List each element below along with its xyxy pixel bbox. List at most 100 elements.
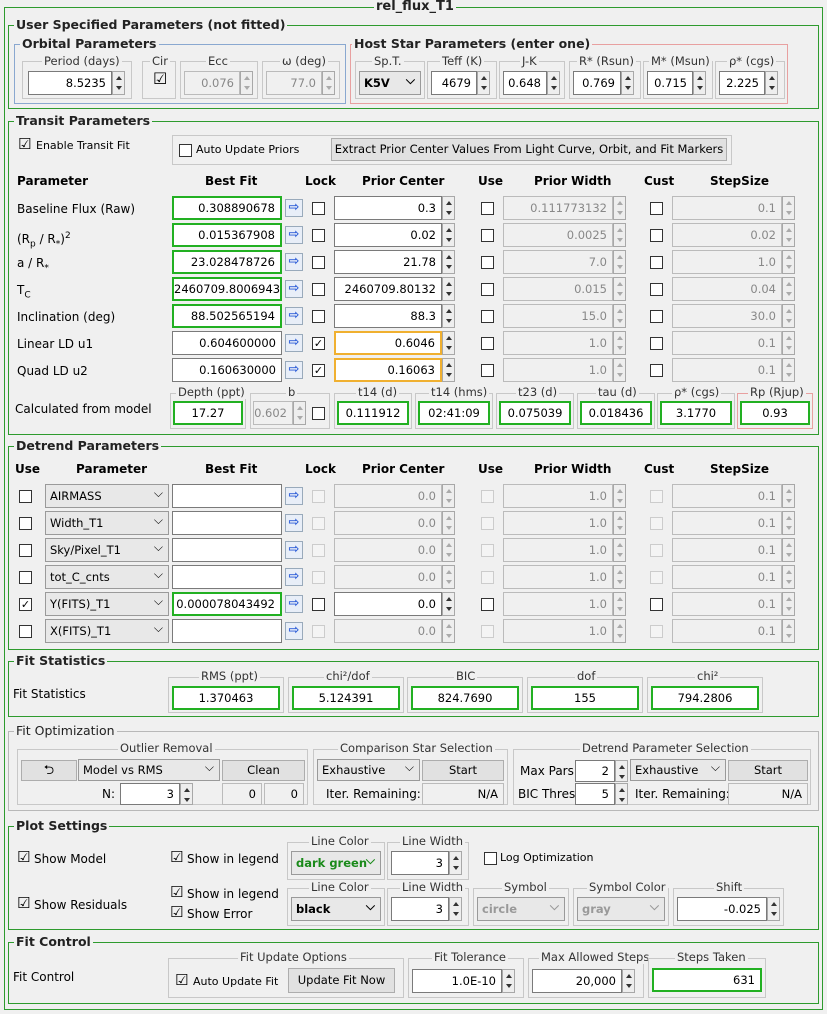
maxpars-field[interactable]: 2 — [575, 760, 615, 782]
detrend-lock-checkbox[interactable] — [312, 598, 325, 611]
stepsize-spinner[interactable] — [782, 250, 795, 274]
transit-prior-center[interactable]: 0.02 — [334, 223, 442, 247]
detrend-prior-width[interactable]: 1.0 — [503, 619, 613, 643]
log-opt-checkbox[interactable] — [484, 852, 497, 865]
transit-stepsize[interactable]: 30.0 — [672, 304, 782, 328]
detrend-param-select[interactable]: Sky/Pixel_T1 — [45, 538, 169, 562]
stepsize-spinner[interactable] — [782, 565, 795, 589]
detrend-mode-select[interactable]: Exhaustive — [630, 759, 726, 781]
detrend-cust-checkbox[interactable] — [650, 625, 663, 638]
transit-lock-checkbox[interactable]: ✓ — [312, 337, 325, 350]
model-line-color-select[interactable]: dark green — [291, 851, 381, 875]
prior-center-spinner[interactable] — [442, 358, 455, 382]
transit-prior-center[interactable]: 0.16063 — [334, 358, 442, 382]
detrend-param-select[interactable]: tot_C_cnts — [45, 565, 169, 589]
detrend-use-checkbox[interactable]: ✓ — [19, 598, 32, 611]
prior-center-spinner[interactable] — [442, 196, 455, 220]
detrend-prior-width[interactable]: 1.0 — [503, 484, 613, 508]
prior-width-spinner[interactable] — [613, 592, 626, 616]
transit-use-checkbox[interactable] — [481, 256, 494, 269]
max-steps-spinner[interactable] — [622, 969, 635, 993]
transit-lock-checkbox[interactable]: ✓ — [312, 364, 325, 377]
detrend-cust-checkbox[interactable] — [650, 571, 663, 584]
detrend-lock-checkbox[interactable] — [312, 490, 325, 503]
detrend-use-prior-checkbox[interactable] — [481, 490, 494, 503]
teff-spinner[interactable] — [477, 71, 490, 95]
prior-width-spinner[interactable] — [613, 223, 626, 247]
spt-select[interactable]: K5V — [359, 71, 421, 95]
detrend-prior-center[interactable]: 0.0 — [334, 592, 442, 616]
detrend-use-prior-checkbox[interactable] — [481, 517, 494, 530]
prior-center-spinner[interactable] — [442, 250, 455, 274]
copy-to-prior-icon[interactable]: ⇨ — [285, 307, 303, 325]
prior-center-spinner[interactable] — [442, 592, 455, 616]
transit-stepsize[interactable]: 0.04 — [672, 277, 782, 301]
transit-stepsize[interactable]: 0.1 — [672, 358, 782, 382]
enable-transit-checkbox[interactable]: ☑ — [18, 136, 31, 152]
transit-cust-checkbox[interactable] — [650, 337, 663, 350]
bic-thres-spinner[interactable] — [615, 783, 628, 805]
ecc-spinner[interactable] — [240, 71, 253, 95]
prior-width-spinner[interactable] — [613, 619, 626, 643]
transit-cust-checkbox[interactable] — [650, 229, 663, 242]
transit-cust-checkbox[interactable] — [650, 256, 663, 269]
prior-width-spinner[interactable] — [613, 538, 626, 562]
outlier-mode-select[interactable]: Model vs RMS — [78, 759, 220, 781]
prior-center-spinner[interactable] — [442, 538, 455, 562]
prior-width-spinner[interactable] — [613, 304, 626, 328]
stepsize-spinner[interactable] — [782, 223, 795, 247]
transit-use-checkbox[interactable] — [481, 364, 494, 377]
stepsize-spinner[interactable] — [782, 538, 795, 562]
outlier-n-spinner[interactable] — [180, 783, 193, 805]
detrend-prior-center[interactable]: 0.0 — [334, 511, 442, 535]
detrend-use-prior-checkbox[interactable] — [481, 571, 494, 584]
maxpars-spinner[interactable] — [615, 760, 628, 782]
symbol-color-select[interactable]: gray — [577, 897, 665, 921]
prior-width-spinner[interactable] — [613, 250, 626, 274]
detrend-cust-checkbox[interactable] — [650, 598, 663, 611]
transit-lock-checkbox[interactable] — [312, 256, 325, 269]
outlier-n-field[interactable]: 3 — [120, 783, 180, 805]
prior-width-spinner[interactable] — [613, 358, 626, 382]
prior-width-spinner[interactable] — [613, 484, 626, 508]
copy-to-prior-icon[interactable]: ⇨ — [285, 226, 303, 244]
transit-prior-width[interactable]: 15.0 — [503, 304, 613, 328]
detrend-use-prior-checkbox[interactable] — [481, 544, 494, 557]
tolerance-spinner[interactable] — [502, 969, 515, 993]
stepsize-spinner[interactable] — [782, 592, 795, 616]
copy-to-prior-icon[interactable]: ⇨ — [285, 568, 303, 586]
detrend-param-select[interactable]: Width_T1 — [45, 511, 169, 535]
show-resid-checkbox[interactable]: ☑ — [17, 895, 30, 911]
prior-width-spinner[interactable] — [613, 196, 626, 220]
transit-cust-checkbox[interactable] — [650, 310, 663, 323]
copy-to-prior-icon[interactable]: ⇨ — [285, 361, 303, 379]
copy-to-prior-icon[interactable]: ⇨ — [285, 541, 303, 559]
resid-line-color-select[interactable]: black — [291, 897, 381, 921]
detrend-prior-width[interactable]: 1.0 — [503, 565, 613, 589]
transit-lock-checkbox[interactable] — [312, 283, 325, 296]
detrend-stepsize[interactable]: 0.1 — [672, 484, 782, 508]
copy-to-prior-icon[interactable]: ⇨ — [285, 253, 303, 271]
detrend-cust-checkbox[interactable] — [650, 490, 663, 503]
detrend-prior-width[interactable]: 1.0 — [503, 592, 613, 616]
copy-to-prior-icon[interactable]: ⇨ — [285, 622, 303, 640]
detrend-param-select[interactable]: X(FITS)_T1 — [45, 619, 169, 643]
detrend-stepsize[interactable]: 0.1 — [672, 565, 782, 589]
rstar-spinner[interactable] — [621, 71, 634, 95]
b-lock-checkbox[interactable] — [312, 407, 325, 420]
prior-center-spinner[interactable] — [442, 511, 455, 535]
period-spinner[interactable] — [112, 71, 125, 95]
undo-outlier-button[interactable]: ⮌ — [21, 760, 77, 781]
cir-checkbox[interactable]: ☑ — [153, 71, 167, 87]
omega-field[interactable]: 77.0 — [266, 71, 322, 95]
prior-center-spinner[interactable] — [442, 223, 455, 247]
resid-legend-checkbox[interactable]: ☑ — [170, 884, 183, 900]
omega-spinner[interactable] — [322, 71, 335, 95]
stepsize-spinner[interactable] — [782, 277, 795, 301]
transit-use-checkbox[interactable] — [481, 310, 494, 323]
transit-lock-checkbox[interactable] — [312, 310, 325, 323]
stepsize-spinner[interactable] — [782, 196, 795, 220]
prior-center-spinner[interactable] — [442, 304, 455, 328]
show-model-checkbox[interactable]: ☑ — [17, 849, 30, 865]
copy-to-prior-icon[interactable]: ⇨ — [285, 514, 303, 532]
